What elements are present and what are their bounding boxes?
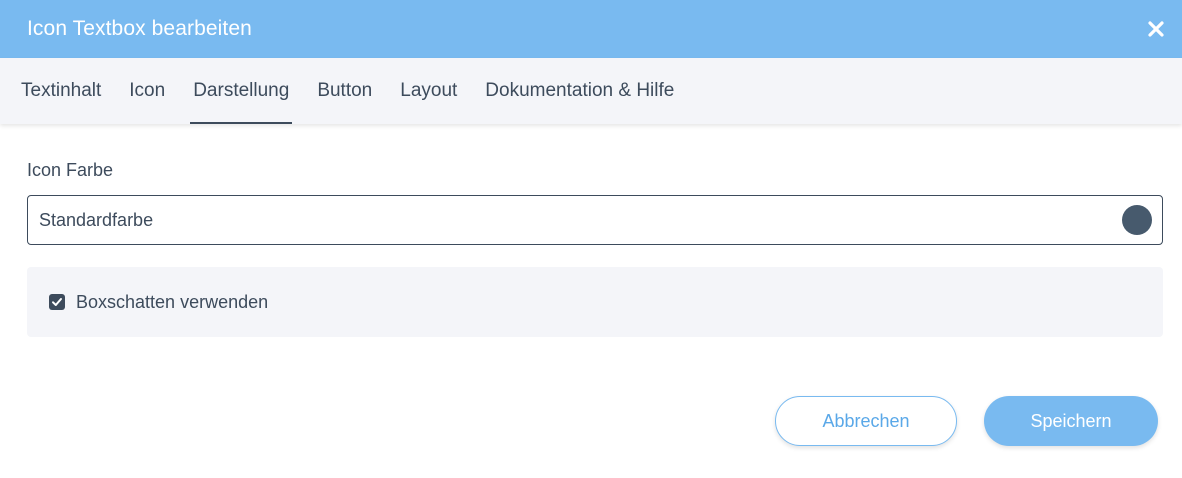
icon-color-label: Icon Farbe xyxy=(27,160,114,180)
box-shadow-option: Boxschatten verwenden xyxy=(27,267,1163,337)
cancel-button[interactable]: Abbrechen xyxy=(775,396,957,446)
tab-darstellung[interactable]: Darstellung xyxy=(179,58,303,124)
tab-dokumentation-hilfe[interactable]: Dokumentation & Hilfe xyxy=(471,58,688,124)
color-swatch[interactable] xyxy=(1122,205,1152,235)
dialog-actions: Abbrechen Speichern xyxy=(775,396,1158,446)
checkmark-icon xyxy=(52,298,62,306)
tab-bar: Textinhalt Icon Darstellung Button Layou… xyxy=(0,58,1182,124)
tab-button[interactable]: Button xyxy=(303,58,386,124)
close-button[interactable] xyxy=(1145,18,1167,40)
icon-color-field[interactable]: Standardfarbe xyxy=(27,195,1163,245)
tab-content: Icon Farbe Standardfarbe Boxschatten ver… xyxy=(0,160,1182,337)
tab-textinhalt[interactable]: Textinhalt xyxy=(7,58,115,124)
dialog-header: Icon Textbox bearbeiten xyxy=(0,0,1182,58)
icon-color-value: Standardfarbe xyxy=(39,209,154,230)
box-shadow-label: Boxschatten verwenden xyxy=(76,291,269,312)
tab-layout[interactable]: Layout xyxy=(386,58,471,124)
save-button[interactable]: Speichern xyxy=(984,396,1158,446)
edit-dialog: Icon Textbox bearbeiten Textinhalt Icon … xyxy=(0,0,1182,478)
tab-icon[interactable]: Icon xyxy=(115,58,179,124)
box-shadow-checkbox[interactable] xyxy=(49,294,65,310)
dialog-title: Icon Textbox bearbeiten xyxy=(27,17,252,40)
close-icon xyxy=(1148,21,1164,37)
